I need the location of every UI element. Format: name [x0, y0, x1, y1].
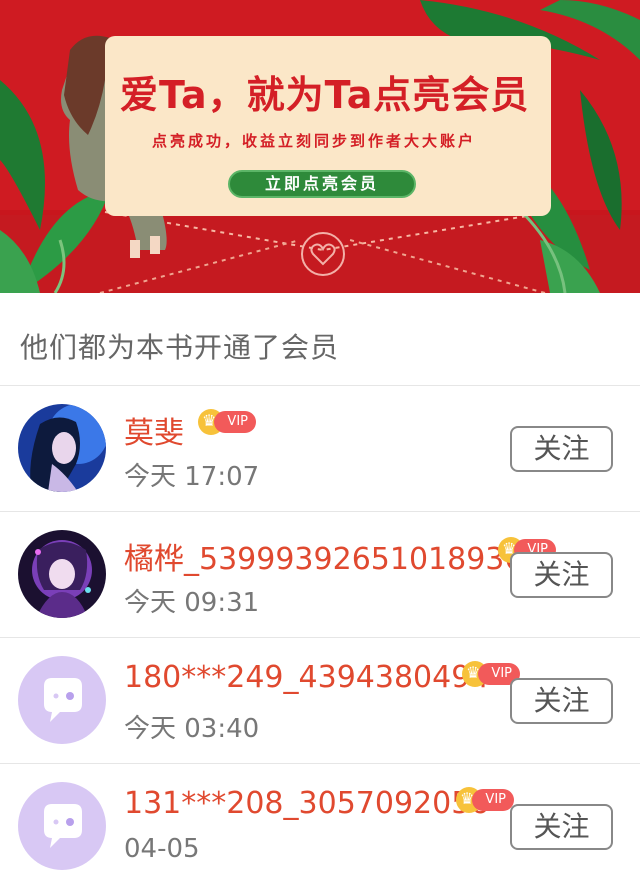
username[interactable]: 180***249_4394380494 [124, 660, 489, 695]
follow-button[interactable]: 关注 [510, 426, 613, 472]
timestamp: 04-05 [124, 834, 200, 864]
timestamp: 今天 17:07 [124, 462, 260, 492]
section-title: 他们都为本书开通了会员 [20, 331, 340, 364]
avatar[interactable] [18, 530, 106, 618]
list-item[interactable]: 莫斐 VIP 今天 17:07 关注 [0, 385, 640, 511]
username[interactable]: 莫斐 [124, 408, 184, 452]
promo-banner[interactable]: 爱Ta，就为Ta点亮会员 点亮成功，收益立刻同步到作者大大账户 立即点亮会员 [0, 0, 640, 293]
heart-seal-icon [301, 232, 345, 276]
list-item[interactable]: 橘桦_53999392651018936 VIP 今天 09:31 关注 [0, 511, 640, 637]
username[interactable]: 131***208_3057092056 [124, 786, 489, 821]
avatar[interactable] [18, 404, 106, 492]
follow-button[interactable]: 关注 [510, 678, 613, 724]
timestamp: 今天 09:31 [124, 588, 260, 618]
follow-button[interactable]: 关注 [510, 552, 613, 598]
default-avatar-icon[interactable] [18, 782, 106, 870]
light-up-vip-button[interactable]: 立即点亮会员 [228, 170, 416, 198]
vip-badge: VIP [456, 787, 514, 813]
member-list: 莫斐 VIP 今天 17:07 关注 橘桦_53999392651018936 … [0, 385, 640, 889]
username[interactable]: 橘桦_53999392651018936 [124, 534, 523, 578]
timestamp: 今天 03:40 [124, 714, 260, 744]
follow-button[interactable]: 关注 [510, 804, 613, 850]
list-item[interactable]: 131***208_3057092056 VIP 04-05 关注 [0, 763, 640, 889]
vip-badge: VIP [198, 409, 256, 435]
list-item[interactable]: 180***249_4394380494 VIP 今天 03:40 关注 [0, 637, 640, 763]
banner-headline: 爱Ta，就为Ta点亮会员 [120, 73, 530, 117]
default-avatar-icon[interactable] [18, 656, 106, 744]
banner-subtitle: 点亮成功，收益立刻同步到作者大大账户 [152, 132, 477, 150]
